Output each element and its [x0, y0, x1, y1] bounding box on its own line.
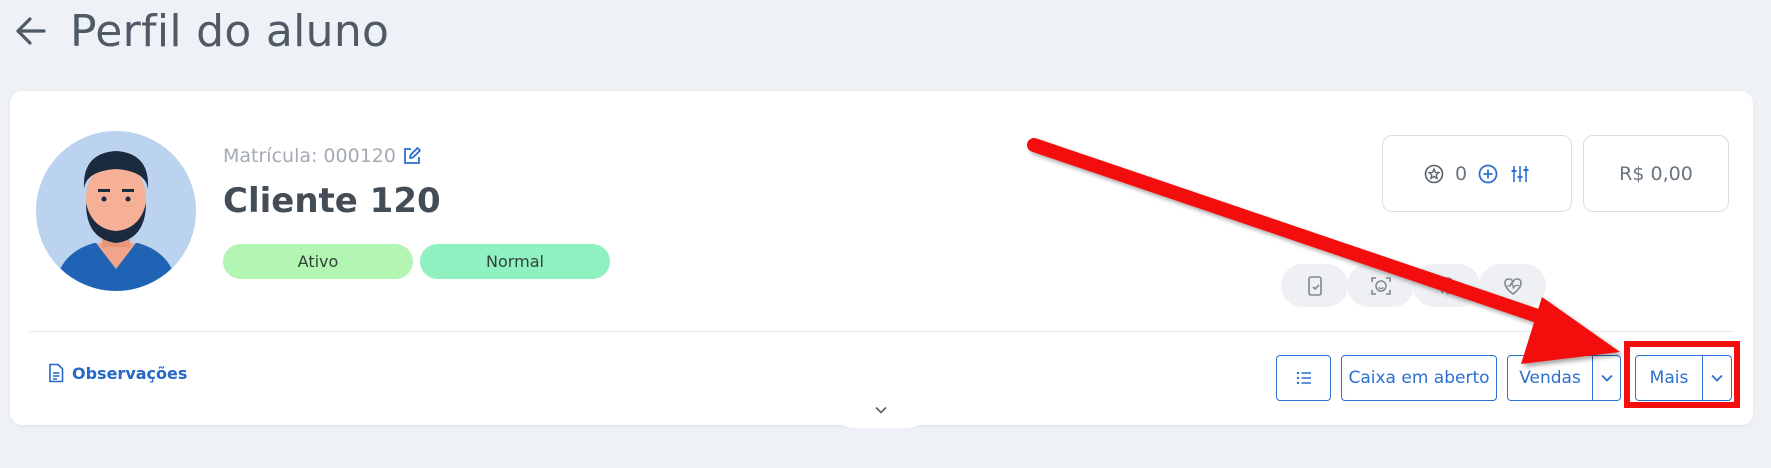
app-icon — [1307, 275, 1322, 296]
caixa-em-aberto-button[interactable]: Caixa em aberto — [1341, 355, 1497, 401]
chevron-down-icon — [1600, 374, 1613, 382]
adjust-points-icon[interactable] — [1509, 163, 1531, 185]
document-icon — [49, 363, 64, 383]
back-arrow-icon[interactable] — [14, 14, 48, 48]
page-header: Perfil do aluno — [14, 0, 389, 62]
mais-button[interactable]: Mais — [1635, 355, 1703, 401]
add-points-icon[interactable] — [1477, 163, 1499, 185]
student-profile-card: Matrícula: 000120 Cliente 120 Ativo Norm… — [10, 91, 1753, 428]
avatar — [36, 131, 196, 291]
points-box: 0 — [1382, 135, 1572, 212]
health-heart-icon — [1503, 277, 1522, 295]
vendas-dropdown-button[interactable] — [1592, 355, 1621, 401]
fingerprint-button[interactable] — [1413, 264, 1480, 307]
page-title: Perfil do aluno — [70, 5, 390, 57]
mais-dropdown-button[interactable] — [1702, 355, 1732, 401]
edit-icon[interactable] — [402, 146, 422, 166]
balance-value: R$ 0,00 — [1619, 162, 1693, 185]
vendas-button[interactable]: Vendas — [1507, 355, 1593, 401]
expand-details-tab[interactable] — [826, 381, 936, 428]
list-icon — [1296, 371, 1311, 385]
status-badge-ativo: Ativo — [223, 244, 413, 279]
client-name: Cliente 120 — [223, 181, 441, 221]
status-badge-normal: Normal — [420, 244, 610, 279]
points-star-icon — [1424, 164, 1444, 183]
matricula-label: Matrícula: 000120 — [223, 145, 396, 167]
health-button[interactable] — [1479, 264, 1546, 307]
list-button[interactable] — [1276, 355, 1331, 401]
matricula: Matrícula: 000120 — [223, 145, 422, 167]
balance-box: R$ 0,00 — [1583, 135, 1729, 212]
observacoes-link[interactable]: Observações — [47, 363, 187, 383]
face-recognition-button[interactable] — [1347, 264, 1414, 307]
divider — [30, 331, 1733, 332]
chevron-down-icon — [875, 406, 887, 414]
fingerprint-icon — [1439, 276, 1454, 294]
chevron-down-icon — [1711, 374, 1723, 382]
points-value: 0 — [1454, 162, 1468, 185]
app-button[interactable] — [1281, 264, 1348, 307]
observacoes-label: Observações — [72, 363, 188, 383]
face-recognition-icon — [1370, 276, 1391, 295]
